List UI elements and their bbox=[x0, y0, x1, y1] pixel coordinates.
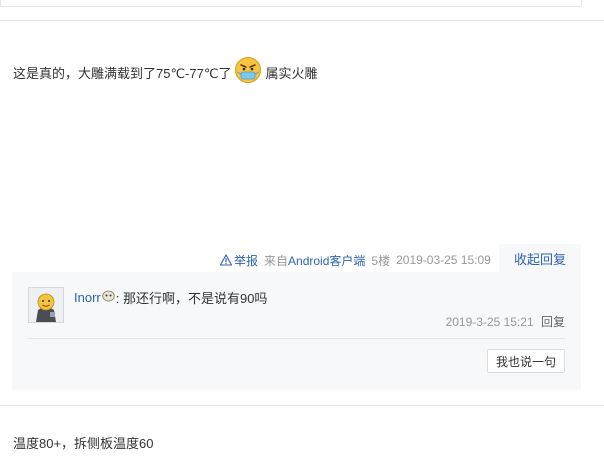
post-tail: 举报 来自Android客户端 5楼 2019-03-25 15:09 bbox=[220, 248, 491, 272]
client-link[interactable]: Android客户端 bbox=[288, 254, 365, 268]
previous-post-bottom bbox=[0, 0, 582, 7]
post-source: 来自Android客户端 bbox=[264, 252, 365, 269]
reply-link[interactable]: 回复 bbox=[541, 315, 565, 329]
collapse-replies-button[interactable]: 收起回复 bbox=[499, 244, 581, 272]
post-time: 2019-03-25 15:09 bbox=[396, 253, 491, 267]
floor-number: 5楼 bbox=[371, 253, 391, 268]
reply-username[interactable]: Inorr bbox=[74, 290, 101, 305]
reply-meta: 2019-3-25 15:21 回复 bbox=[446, 313, 565, 330]
post-divider bbox=[0, 20, 604, 21]
reply-header: Inorr : 那还行啊，不是说有90吗 bbox=[74, 288, 267, 307]
sick-face-emoji-icon bbox=[234, 56, 262, 84]
add-reply-button[interactable]: 我也说一句 bbox=[487, 349, 565, 373]
reply-box: Inorr : 那还行啊，不是说有90吗 2019-3-25 15:21 回复 … bbox=[12, 272, 581, 390]
post-content: 这是真的，大雕满载到了75℃-77℃了 属实火雕 bbox=[13, 56, 317, 84]
report-link[interactable]: 举报 bbox=[220, 252, 258, 269]
reply-item: Inorr : 那还行啊，不是说有90吗 2019-3-25 15:21 回复 bbox=[28, 284, 565, 340]
reply-separator bbox=[28, 338, 565, 339]
post-text-main: 这是真的，大雕满载到了75℃-77℃了 bbox=[13, 66, 232, 81]
report-label: 举报 bbox=[234, 253, 259, 268]
source-prefix: 来自 bbox=[264, 253, 289, 268]
user-badge-icon bbox=[102, 290, 115, 305]
reply-time: 2019-3-25 15:21 bbox=[445, 315, 534, 329]
reply-content: : 那还行啊，不是说有90吗 bbox=[115, 291, 268, 306]
post-divider-2 bbox=[0, 405, 604, 406]
post-text-after: 属实火雕 bbox=[265, 66, 318, 81]
avatar[interactable] bbox=[28, 287, 64, 323]
post2-content: 温度80+，拆侧板温度60 bbox=[13, 436, 154, 451]
warning-icon bbox=[220, 254, 232, 266]
